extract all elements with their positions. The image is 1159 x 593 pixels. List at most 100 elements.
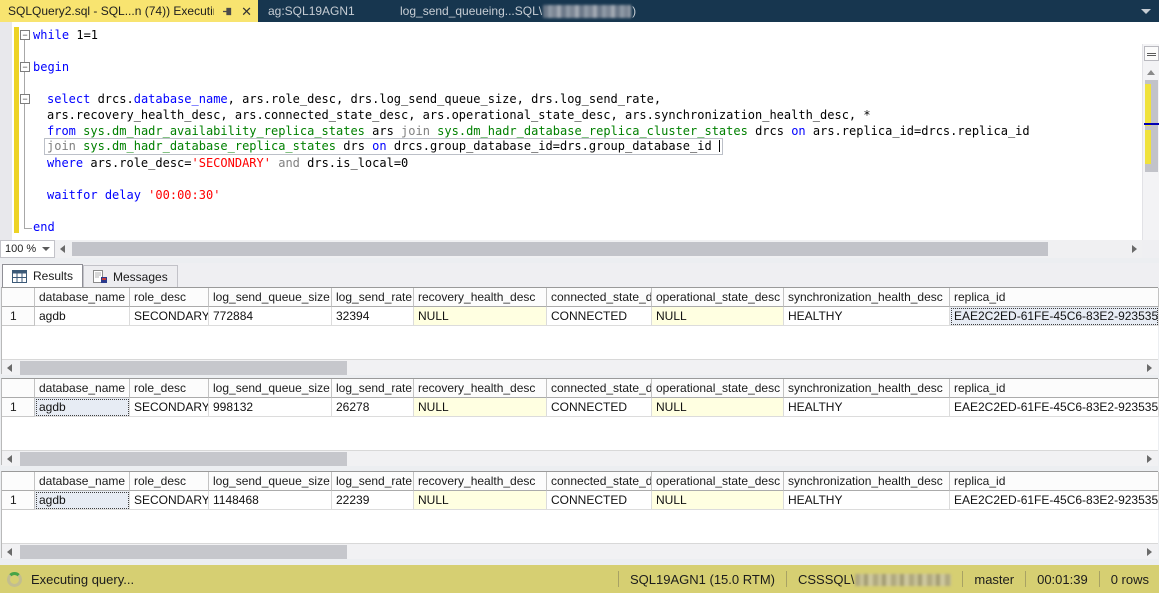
- grid-cell-connected_state_desc[interactable]: CONNECTED: [547, 307, 652, 326]
- grid-horizontal-scrollbar[interactable]: [2, 359, 1158, 375]
- tab-ag-sql19agn1[interactable]: ag:SQL19AGN1: [268, 0, 355, 22]
- row-number-cell[interactable]: 1: [2, 398, 35, 417]
- grid-cell-operational_state_desc[interactable]: NULL: [652, 398, 784, 417]
- scroll-right-arrow[interactable]: [1147, 364, 1152, 372]
- code-line[interactable]: waitfor delay '00:00:30': [0, 187, 1130, 203]
- grid-cell-replica_id[interactable]: EAE2C2ED-61FE-45C6-83E2-923535A4E34: [950, 491, 1159, 510]
- code-line[interactable]: [0, 75, 1130, 91]
- row-number-cell[interactable]: 1: [2, 491, 35, 510]
- grid-column-header[interactable]: role_desc: [130, 379, 209, 398]
- zoom-level-dropdown[interactable]: 100 %: [0, 240, 55, 258]
- grid-column-header[interactable]: log_send_queue_size: [209, 379, 332, 398]
- code-line[interactable]: [0, 203, 1130, 219]
- fold-collapse-icon[interactable]: −: [20, 30, 30, 40]
- code-line[interactable]: [0, 43, 1130, 59]
- code-line[interactable]: − begin: [0, 59, 1130, 75]
- row-number-cell[interactable]: 1: [2, 307, 35, 326]
- grid-cell-log_send_rate[interactable]: 32394: [332, 307, 414, 326]
- editor-horizontal-scrollbar[interactable]: [56, 240, 1142, 258]
- scroll-right-arrow[interactable]: [1132, 245, 1137, 253]
- fold-collapse-icon[interactable]: −: [20, 94, 30, 104]
- grid-column-header[interactable]: database_name: [35, 472, 130, 491]
- grid-cell-recovery_health_desc[interactable]: NULL: [414, 491, 547, 510]
- grid-column-header[interactable]: role_desc: [130, 472, 209, 491]
- grid-column-header[interactable]: replica_id: [950, 288, 1159, 307]
- grid-column-header[interactable]: recovery_health_desc: [414, 379, 547, 398]
- grid-column-header[interactable]: operational_state_desc: [652, 379, 784, 398]
- grid-cell-operational_state_desc[interactable]: NULL: [652, 307, 784, 326]
- grid-cell-log_send_rate[interactable]: 26278: [332, 398, 414, 417]
- tab-results[interactable]: Results: [2, 264, 84, 287]
- scroll-left-arrow[interactable]: [60, 245, 65, 253]
- scroll-up-arrow[interactable]: [1147, 70, 1155, 75]
- grid-cell-role_desc[interactable]: SECONDARY: [130, 307, 209, 326]
- scrollbar-thumb[interactable]: [20, 452, 347, 466]
- grid-column-header[interactable]: log_send_queue_size: [209, 472, 332, 491]
- grid-column-header[interactable]: operational_state_desc: [652, 472, 784, 491]
- grid-corner-cell[interactable]: [2, 288, 35, 307]
- scroll-right-arrow[interactable]: [1147, 548, 1152, 556]
- scroll-left-arrow[interactable]: [7, 455, 12, 463]
- grid-column-header[interactable]: role_desc: [130, 288, 209, 307]
- grid-cell-log_send_queue_size[interactable]: 1148468: [209, 491, 332, 510]
- grid-column-header[interactable]: log_send_rate: [332, 472, 414, 491]
- scrollbar-thumb[interactable]: [72, 242, 1048, 256]
- grid-cell-role_desc[interactable]: SECONDARY: [130, 491, 209, 510]
- grid-column-header[interactable]: database_name: [35, 288, 130, 307]
- sql-editor[interactable]: − while 1=1 − begin − select drcs.database_na…: [0, 22, 1159, 240]
- scrollbar-thumb[interactable]: [20, 545, 347, 559]
- code-line[interactable]: end: [0, 219, 1130, 235]
- grid-cell-database_name[interactable]: agdb: [35, 307, 130, 326]
- grid-column-header[interactable]: connected_state_desc: [547, 288, 652, 307]
- grid-cell-replica_id[interactable]: EAE2C2ED-61FE-45C6-83E2-923535A4E34: [950, 307, 1159, 326]
- code-line[interactable]: where ars.role_desc='SECONDARY' and drs.…: [0, 155, 1130, 171]
- tab-log-send-queueing[interactable]: log_send_queueing...SQL\): [400, 0, 636, 22]
- grid-cell-synchronization_health_desc[interactable]: HEALTHY: [784, 398, 950, 417]
- code-line[interactable]: − while 1=1: [0, 27, 1130, 43]
- grid-cell-database_name[interactable]: agdb: [35, 491, 130, 510]
- grid-cell-synchronization_health_desc[interactable]: HEALTHY: [784, 307, 950, 326]
- grid-column-header[interactable]: database_name: [35, 379, 130, 398]
- grid-cell-connected_state_desc[interactable]: CONNECTED: [547, 398, 652, 417]
- pin-icon[interactable]: [222, 6, 233, 17]
- grid-cell-log_send_queue_size[interactable]: 998132: [209, 398, 332, 417]
- grid-column-header[interactable]: synchronization_health_desc: [784, 472, 950, 491]
- grid-column-header[interactable]: replica_id: [950, 379, 1159, 398]
- editor-vertical-scrollbar[interactable]: [1142, 44, 1159, 240]
- code-line[interactable]: − select drcs.database_name, ars.role_des…: [0, 91, 1130, 107]
- code-line[interactable]: ars.recovery_health_desc, ars.connected_…: [0, 107, 1130, 123]
- split-window-button[interactable]: [1144, 46, 1159, 61]
- grid-corner-cell[interactable]: [2, 472, 35, 491]
- grid-horizontal-scrollbar[interactable]: [2, 450, 1158, 466]
- grid-column-header[interactable]: recovery_health_desc: [414, 288, 547, 307]
- scroll-right-arrow[interactable]: [1147, 455, 1152, 463]
- grid-column-header[interactable]: replica_id: [950, 472, 1159, 491]
- grid-column-header[interactable]: log_send_queue_size: [209, 288, 332, 307]
- grid-cell-synchronization_health_desc[interactable]: HEALTHY: [784, 491, 950, 510]
- grid-column-header[interactable]: recovery_health_desc: [414, 472, 547, 491]
- grid-column-header[interactable]: connected_state_desc: [547, 472, 652, 491]
- grid-cell-replica_id[interactable]: EAE2C2ED-61FE-45C6-83E2-923535A4E34: [950, 398, 1159, 417]
- code-line[interactable]: join sys.dm_hadr_database_replica_states…: [0, 138, 1130, 155]
- grid-cell-database_name[interactable]: agdb: [35, 398, 130, 417]
- grid-cell-log_send_queue_size[interactable]: 772884: [209, 307, 332, 326]
- code-line[interactable]: from sys.dm_hadr_availability_replica_st…: [0, 123, 1130, 139]
- grid-cell-recovery_health_desc[interactable]: NULL: [414, 307, 547, 326]
- grid-cell-recovery_health_desc[interactable]: NULL: [414, 398, 547, 417]
- scroll-left-arrow[interactable]: [7, 364, 12, 372]
- grid-corner-cell[interactable]: [2, 379, 35, 398]
- scroll-left-arrow[interactable]: [7, 548, 12, 556]
- grid-column-header[interactable]: log_send_rate: [332, 379, 414, 398]
- grid-column-header[interactable]: synchronization_health_desc: [784, 288, 950, 307]
- grid-cell-operational_state_desc[interactable]: NULL: [652, 491, 784, 510]
- grid-cell-log_send_rate[interactable]: 22239: [332, 491, 414, 510]
- scrollbar-thumb[interactable]: [20, 361, 347, 375]
- grid-column-header[interactable]: log_send_rate: [332, 288, 414, 307]
- code-line[interactable]: [0, 171, 1130, 187]
- grid-cell-role_desc[interactable]: SECONDARY: [130, 398, 209, 417]
- tab-list-chevron-down-icon[interactable]: [1141, 9, 1151, 14]
- close-icon[interactable]: ✕: [241, 5, 252, 18]
- grid-horizontal-scrollbar[interactable]: [2, 543, 1158, 559]
- tab-sqlquery2[interactable]: SQLQuery2.sql - SQL...n (74)) Executing.…: [0, 0, 258, 22]
- grid-column-header[interactable]: synchronization_health_desc: [784, 379, 950, 398]
